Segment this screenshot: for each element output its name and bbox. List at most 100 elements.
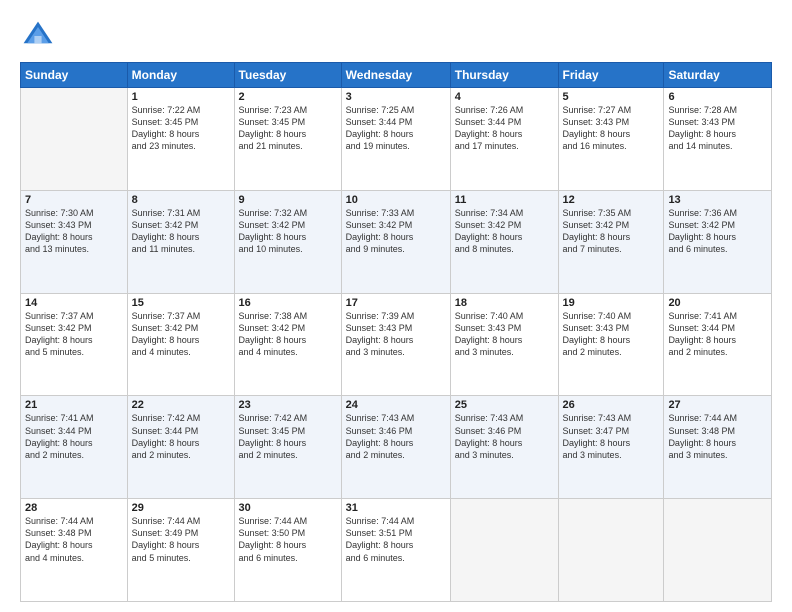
day-number: 21 <box>25 399 123 411</box>
day-number: 16 <box>239 297 337 309</box>
day-info: Sunrise: 7:44 AM Sunset: 3:48 PM Dayligh… <box>25 515 123 564</box>
day-number: 9 <box>239 194 337 206</box>
table-row: 26Sunrise: 7:43 AM Sunset: 3:47 PM Dayli… <box>558 396 664 499</box>
table-row: 30Sunrise: 7:44 AM Sunset: 3:50 PM Dayli… <box>234 499 341 602</box>
table-row <box>664 499 772 602</box>
day-number: 27 <box>668 399 767 411</box>
day-info: Sunrise: 7:43 AM Sunset: 3:46 PM Dayligh… <box>455 412 554 461</box>
day-info: Sunrise: 7:43 AM Sunset: 3:46 PM Dayligh… <box>346 412 446 461</box>
day-info: Sunrise: 7:38 AM Sunset: 3:42 PM Dayligh… <box>239 310 337 359</box>
day-number: 8 <box>132 194 230 206</box>
day-info: Sunrise: 7:27 AM Sunset: 3:43 PM Dayligh… <box>563 104 660 153</box>
day-number: 14 <box>25 297 123 309</box>
table-row: 21Sunrise: 7:41 AM Sunset: 3:44 PM Dayli… <box>21 396 128 499</box>
table-row: 6Sunrise: 7:28 AM Sunset: 3:43 PM Daylig… <box>664 88 772 191</box>
day-number: 29 <box>132 502 230 514</box>
day-info: Sunrise: 7:35 AM Sunset: 3:42 PM Dayligh… <box>563 207 660 256</box>
table-row: 20Sunrise: 7:41 AM Sunset: 3:44 PM Dayli… <box>664 293 772 396</box>
day-info: Sunrise: 7:34 AM Sunset: 3:42 PM Dayligh… <box>455 207 554 256</box>
table-row: 13Sunrise: 7:36 AM Sunset: 3:42 PM Dayli… <box>664 190 772 293</box>
page: Sunday Monday Tuesday Wednesday Thursday… <box>0 0 792 612</box>
calendar-week-row: 21Sunrise: 7:41 AM Sunset: 3:44 PM Dayli… <box>21 396 772 499</box>
day-info: Sunrise: 7:37 AM Sunset: 3:42 PM Dayligh… <box>132 310 230 359</box>
day-number: 12 <box>563 194 660 206</box>
col-sunday: Sunday <box>21 63 128 88</box>
table-row: 8Sunrise: 7:31 AM Sunset: 3:42 PM Daylig… <box>127 190 234 293</box>
day-info: Sunrise: 7:37 AM Sunset: 3:42 PM Dayligh… <box>25 310 123 359</box>
day-info: Sunrise: 7:39 AM Sunset: 3:43 PM Dayligh… <box>346 310 446 359</box>
table-row <box>21 88 128 191</box>
day-info: Sunrise: 7:44 AM Sunset: 3:49 PM Dayligh… <box>132 515 230 564</box>
day-info: Sunrise: 7:26 AM Sunset: 3:44 PM Dayligh… <box>455 104 554 153</box>
table-row: 3Sunrise: 7:25 AM Sunset: 3:44 PM Daylig… <box>341 88 450 191</box>
day-number: 17 <box>346 297 446 309</box>
day-number: 26 <box>563 399 660 411</box>
calendar-week-row: 28Sunrise: 7:44 AM Sunset: 3:48 PM Dayli… <box>21 499 772 602</box>
table-row: 10Sunrise: 7:33 AM Sunset: 3:42 PM Dayli… <box>341 190 450 293</box>
day-info: Sunrise: 7:33 AM Sunset: 3:42 PM Dayligh… <box>346 207 446 256</box>
day-info: Sunrise: 7:22 AM Sunset: 3:45 PM Dayligh… <box>132 104 230 153</box>
col-monday: Monday <box>127 63 234 88</box>
table-row: 24Sunrise: 7:43 AM Sunset: 3:46 PM Dayli… <box>341 396 450 499</box>
calendar-table: Sunday Monday Tuesday Wednesday Thursday… <box>20 62 772 602</box>
day-info: Sunrise: 7:36 AM Sunset: 3:42 PM Dayligh… <box>668 207 767 256</box>
table-row: 12Sunrise: 7:35 AM Sunset: 3:42 PM Dayli… <box>558 190 664 293</box>
table-row: 7Sunrise: 7:30 AM Sunset: 3:43 PM Daylig… <box>21 190 128 293</box>
table-row: 5Sunrise: 7:27 AM Sunset: 3:43 PM Daylig… <box>558 88 664 191</box>
day-info: Sunrise: 7:40 AM Sunset: 3:43 PM Dayligh… <box>455 310 554 359</box>
day-number: 31 <box>346 502 446 514</box>
day-number: 4 <box>455 91 554 103</box>
table-row: 16Sunrise: 7:38 AM Sunset: 3:42 PM Dayli… <box>234 293 341 396</box>
day-number: 18 <box>455 297 554 309</box>
col-wednesday: Wednesday <box>341 63 450 88</box>
col-thursday: Thursday <box>450 63 558 88</box>
day-info: Sunrise: 7:42 AM Sunset: 3:45 PM Dayligh… <box>239 412 337 461</box>
day-info: Sunrise: 7:42 AM Sunset: 3:44 PM Dayligh… <box>132 412 230 461</box>
day-number: 7 <box>25 194 123 206</box>
table-row: 19Sunrise: 7:40 AM Sunset: 3:43 PM Dayli… <box>558 293 664 396</box>
day-number: 15 <box>132 297 230 309</box>
day-number: 6 <box>668 91 767 103</box>
day-info: Sunrise: 7:41 AM Sunset: 3:44 PM Dayligh… <box>25 412 123 461</box>
calendar-week-row: 1Sunrise: 7:22 AM Sunset: 3:45 PM Daylig… <box>21 88 772 191</box>
day-info: Sunrise: 7:28 AM Sunset: 3:43 PM Dayligh… <box>668 104 767 153</box>
table-row: 17Sunrise: 7:39 AM Sunset: 3:43 PM Dayli… <box>341 293 450 396</box>
day-info: Sunrise: 7:43 AM Sunset: 3:47 PM Dayligh… <box>563 412 660 461</box>
day-number: 1 <box>132 91 230 103</box>
table-row: 1Sunrise: 7:22 AM Sunset: 3:45 PM Daylig… <box>127 88 234 191</box>
day-number: 5 <box>563 91 660 103</box>
calendar-week-row: 14Sunrise: 7:37 AM Sunset: 3:42 PM Dayli… <box>21 293 772 396</box>
table-row <box>450 499 558 602</box>
day-info: Sunrise: 7:23 AM Sunset: 3:45 PM Dayligh… <box>239 104 337 153</box>
day-number: 25 <box>455 399 554 411</box>
day-info: Sunrise: 7:30 AM Sunset: 3:43 PM Dayligh… <box>25 207 123 256</box>
day-info: Sunrise: 7:25 AM Sunset: 3:44 PM Dayligh… <box>346 104 446 153</box>
table-row: 18Sunrise: 7:40 AM Sunset: 3:43 PM Dayli… <box>450 293 558 396</box>
day-info: Sunrise: 7:44 AM Sunset: 3:48 PM Dayligh… <box>668 412 767 461</box>
table-row: 11Sunrise: 7:34 AM Sunset: 3:42 PM Dayli… <box>450 190 558 293</box>
header <box>20 18 772 54</box>
col-saturday: Saturday <box>664 63 772 88</box>
table-row: 14Sunrise: 7:37 AM Sunset: 3:42 PM Dayli… <box>21 293 128 396</box>
day-number: 22 <box>132 399 230 411</box>
table-row: 27Sunrise: 7:44 AM Sunset: 3:48 PM Dayli… <box>664 396 772 499</box>
table-row: 9Sunrise: 7:32 AM Sunset: 3:42 PM Daylig… <box>234 190 341 293</box>
day-number: 28 <box>25 502 123 514</box>
day-number: 11 <box>455 194 554 206</box>
table-row: 15Sunrise: 7:37 AM Sunset: 3:42 PM Dayli… <box>127 293 234 396</box>
calendar-week-row: 7Sunrise: 7:30 AM Sunset: 3:43 PM Daylig… <box>21 190 772 293</box>
day-number: 2 <box>239 91 337 103</box>
day-number: 13 <box>668 194 767 206</box>
logo-icon <box>20 18 56 54</box>
table-row: 22Sunrise: 7:42 AM Sunset: 3:44 PM Dayli… <box>127 396 234 499</box>
logo <box>20 18 60 54</box>
col-tuesday: Tuesday <box>234 63 341 88</box>
day-number: 10 <box>346 194 446 206</box>
day-number: 23 <box>239 399 337 411</box>
day-number: 19 <box>563 297 660 309</box>
day-info: Sunrise: 7:40 AM Sunset: 3:43 PM Dayligh… <box>563 310 660 359</box>
table-row: 2Sunrise: 7:23 AM Sunset: 3:45 PM Daylig… <box>234 88 341 191</box>
day-info: Sunrise: 7:44 AM Sunset: 3:51 PM Dayligh… <box>346 515 446 564</box>
table-row: 28Sunrise: 7:44 AM Sunset: 3:48 PM Dayli… <box>21 499 128 602</box>
day-number: 30 <box>239 502 337 514</box>
